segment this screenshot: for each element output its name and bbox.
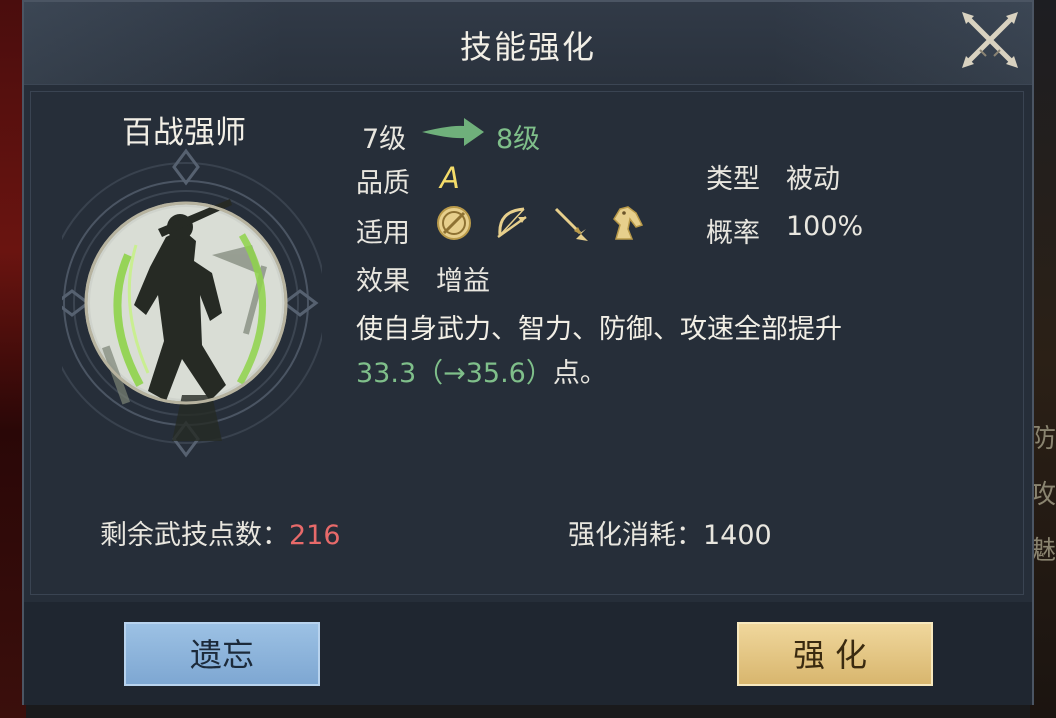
skill-description-value-line: 33.3（→35.6）点。 <box>356 351 607 390</box>
bow-icon <box>492 203 532 243</box>
upgrade-button[interactable]: 强化 <box>737 622 933 686</box>
horse-icon <box>606 203 646 243</box>
remaining-points-label: 剩余武技点数： <box>100 520 289 551</box>
warrior-silhouette-skill-icon <box>45 145 327 465</box>
description-suffix: 点。 <box>552 358 607 389</box>
forget-button[interactable]: 遗忘 <box>124 622 320 686</box>
chance-label: 概率 <box>706 218 760 249</box>
crossed-swords-close-icon <box>962 12 1018 68</box>
quality-label: 品质 <box>356 168 410 199</box>
skill-upgrade-dialog: 技能强化 百战强师 7级 8级 品质 A 类型 被动 适用 概率 100% 效果… <box>22 0 1034 705</box>
upgrade-cost-label: 强化消耗： <box>568 520 703 551</box>
type-value: 被动 <box>786 164 840 195</box>
upgrade-cost-value: 1400 <box>703 520 772 551</box>
skill-description: 使自身武力、智力、防御、攻速全部提升 <box>356 314 842 345</box>
level-current: 7级 <box>362 124 407 155</box>
level-arrow-icon <box>420 117 486 151</box>
close-button[interactable] <box>958 8 1022 72</box>
quality-grade: A <box>440 161 460 195</box>
remaining-points: 剩余武技点数：216 <box>100 513 341 552</box>
dialog-header: 技能强化 <box>24 2 1032 84</box>
applicable-label: 适用 <box>356 218 410 249</box>
type-label: 类型 <box>706 164 760 195</box>
effect-value: 增益 <box>436 266 490 297</box>
upgrade-cost: 强化消耗：1400 <box>568 513 772 552</box>
chance-value: 100% <box>786 211 864 242</box>
remaining-points-value: 216 <box>289 520 341 551</box>
dialog-title: 技能强化 <box>459 28 596 66</box>
effect-label: 效果 <box>356 266 410 297</box>
level-next: 8级 <box>496 124 541 155</box>
skill-content: 百战强师 7级 8级 品质 A 类型 被动 适用 概率 100% 效果 增益 使… <box>24 84 1032 604</box>
shield-icon <box>434 203 474 243</box>
stat-increase-value: 33.3（→35.6） <box>356 358 553 389</box>
spear-icon <box>550 203 590 243</box>
dialog-footer: 遗忘 强化 <box>24 602 1032 705</box>
